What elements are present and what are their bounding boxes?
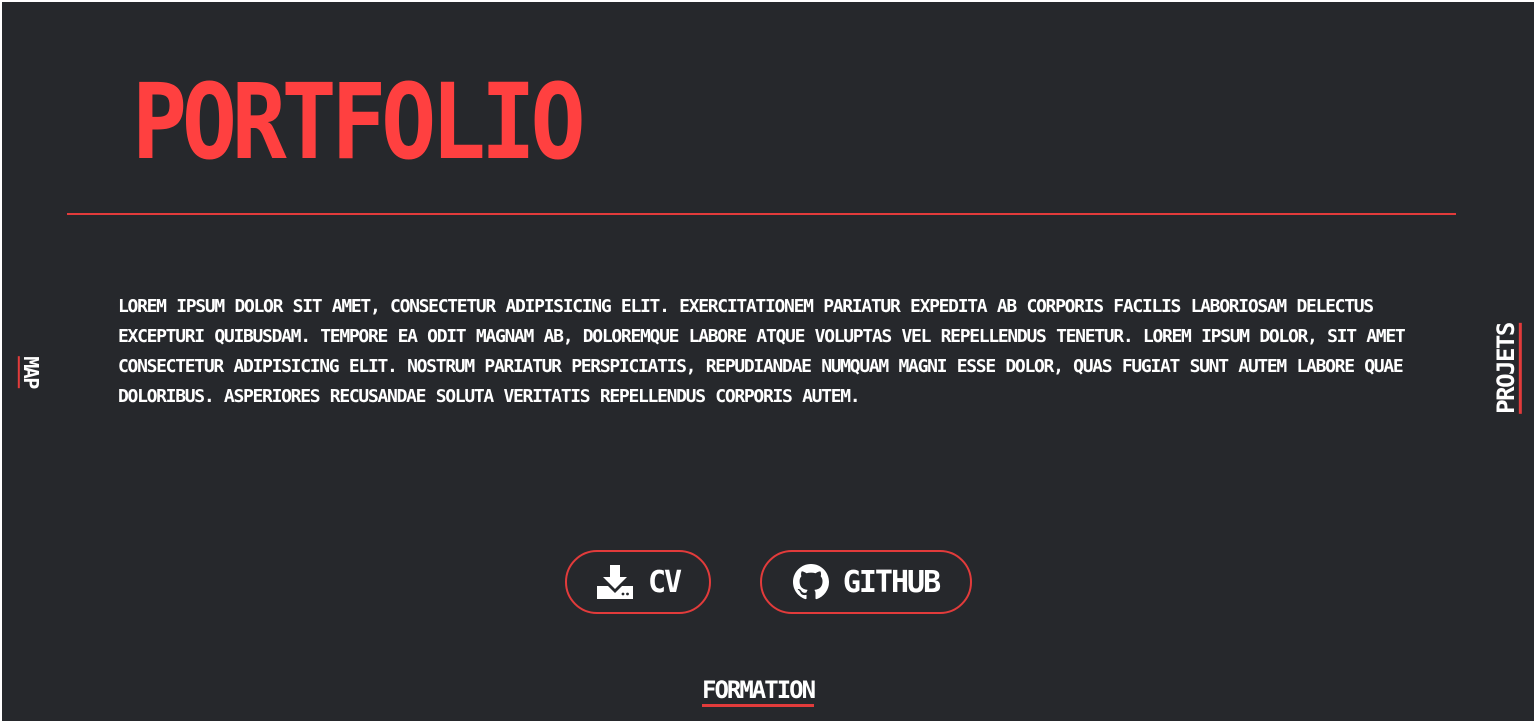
github-button-label: GITHUB bbox=[842, 564, 941, 600]
github-button[interactable]: GITHUB bbox=[760, 550, 972, 614]
nav-formation-link[interactable]: FORMATION bbox=[702, 676, 816, 707]
portfolio-page: PORTFOLIO LOREM IPSUM DOLOR SIT AMET, CO… bbox=[2, 2, 1534, 721]
intro-paragraph: LOREM IPSUM DOLOR SIT AMET, CONSECTETUR … bbox=[118, 296, 1406, 407]
cv-button-label: CV bbox=[647, 564, 682, 600]
cv-download-button[interactable]: CV bbox=[565, 550, 711, 614]
download-icon bbox=[596, 564, 634, 600]
title-divider bbox=[67, 213, 1456, 215]
nav-projets-link[interactable]: PROJETS bbox=[1492, 323, 1522, 414]
nav-map-link[interactable]: MAP bbox=[17, 356, 43, 388]
page-title: PORTFOLIO bbox=[132, 61, 586, 183]
github-icon bbox=[792, 564, 829, 600]
